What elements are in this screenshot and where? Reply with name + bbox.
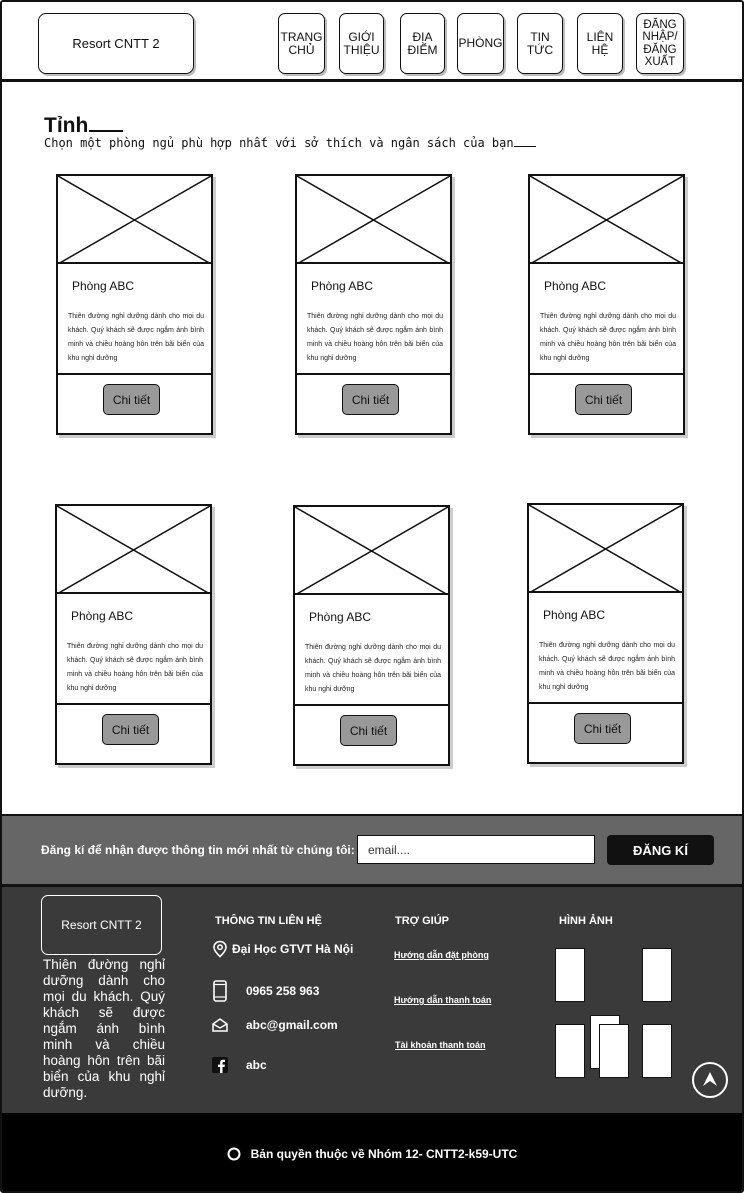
subscribe-button[interactable]: ĐĂNG KÍ xyxy=(607,835,714,865)
email-text: abc@gmail.com xyxy=(246,1018,338,1032)
card-divider xyxy=(57,703,210,705)
room-card: Phòng ABC Thiên đường nghỉ dưỡng dành ch… xyxy=(295,174,452,435)
room-image-placeholder xyxy=(297,176,450,264)
room-name: Phòng ABC xyxy=(309,610,372,624)
room-description: Thiên đường nghỉ dưỡng dành cho mọi du k… xyxy=(68,313,204,362)
copyright-bar: Bản quyền thuộc về Nhóm 12- CNTT2-k59-UT… xyxy=(2,1113,742,1191)
image-placeholder-icon xyxy=(529,505,682,593)
help-link-booking[interactable]: Hướng dẫn đặt phòng xyxy=(394,950,489,960)
phone-text: 0965 258 963 xyxy=(246,984,320,998)
image-placeholder-icon xyxy=(57,506,210,594)
footer-description: Thiên đường nghỉ dưỡng dành cho mọi du k… xyxy=(43,957,165,1100)
contact-facebook: abc xyxy=(210,1057,267,1073)
mail-icon xyxy=(210,1018,230,1032)
section-title-text: Tỉnh xyxy=(44,114,89,137)
room-card: Phòng ABC Thiên đường nghỉ dưỡng dành ch… xyxy=(55,504,212,765)
copyright-icon xyxy=(227,1147,241,1161)
gallery-thumbnail[interactable] xyxy=(642,1024,672,1078)
help-link-payment-guide[interactable]: Hướng dẫn thanh toán xyxy=(394,995,491,1005)
image-placeholder-icon xyxy=(297,176,450,264)
nav-news[interactable]: TIN TỨC xyxy=(517,13,563,74)
page-frame: Resort CNTT 2 TRANG CHỦ GIỚI THIỆU ĐỊA Đ… xyxy=(0,0,744,1193)
scroll-to-top-button[interactable] xyxy=(692,1062,728,1098)
card-divider xyxy=(530,373,683,375)
room-name: Phòng ABC xyxy=(71,609,134,623)
site-footer: Resort CNTT 2 Thiên đường nghỉ dưỡng dàn… xyxy=(2,884,742,1113)
address-text: Đại Học GTVT Hà Nội xyxy=(232,942,354,956)
room-description: Thiên đường nghỉ dưỡng dành cho mọi du k… xyxy=(305,644,441,693)
title-underline xyxy=(89,130,124,132)
room-name: Phòng ABC xyxy=(72,279,135,293)
image-placeholder-icon xyxy=(58,176,211,264)
room-image-placeholder xyxy=(530,176,683,264)
room-image-placeholder xyxy=(57,506,210,594)
help-link-payment-account[interactable]: Tài khoản thanh toán xyxy=(395,1040,486,1050)
section-subtitle-text: Chọn một phòng ngủ phù hợp nhất với sở t… xyxy=(44,136,514,150)
card-divider xyxy=(58,373,211,375)
location-pin-icon xyxy=(210,940,230,958)
room-detail-button[interactable]: Chi tiết xyxy=(342,384,399,415)
nav-login-logout[interactable]: ĐĂNG NHẬP/ ĐĂNG XUẤT xyxy=(636,13,684,74)
room-name: Phòng ABC xyxy=(544,279,607,293)
contact-email: abc@gmail.com xyxy=(210,1018,338,1032)
gallery-thumbnail[interactable] xyxy=(555,1024,585,1078)
email-input[interactable]: email.... xyxy=(357,835,595,864)
room-detail-button[interactable]: Chi tiết xyxy=(102,714,159,745)
nav-locations[interactable]: ĐỊA ĐIỂM xyxy=(400,13,445,74)
gallery-thumbnail[interactable] xyxy=(599,1024,629,1078)
room-image-placeholder xyxy=(295,507,448,595)
contact-heading: THÔNG TIN LIÊN HỆ xyxy=(215,915,322,927)
room-image-placeholder xyxy=(58,176,211,264)
room-name: Phòng ABC xyxy=(543,608,606,622)
help-heading: TRỢ GIÚP xyxy=(395,915,449,927)
card-divider xyxy=(529,702,682,704)
room-card: Phòng ABC Thiên đường nghỉ dưỡng dành ch… xyxy=(527,503,684,764)
copyright-text: Bản quyền thuộc về Nhóm 12- CNTT2-k59-UT… xyxy=(250,1147,518,1161)
site-header: Resort CNTT 2 TRANG CHỦ GIỚI THIỆU ĐỊA Đ… xyxy=(2,2,742,82)
nav-home[interactable]: TRANG CHỦ xyxy=(278,13,325,74)
room-card: Phòng ABC Thiên đường nghỉ dưỡng dành ch… xyxy=(528,174,685,435)
contact-address: Đại Học GTVT Hà Nội xyxy=(210,940,353,958)
contact-phone: 0965 258 963 xyxy=(210,980,319,1002)
phone-icon xyxy=(210,980,230,1002)
room-name: Phòng ABC xyxy=(311,279,374,293)
room-description: Thiên đường nghỉ dưỡng dành cho mọi du k… xyxy=(67,643,203,692)
section-subtitle: Chọn một phòng ngủ phù hợp nhất với sở t… xyxy=(44,136,536,150)
room-detail-button[interactable]: Chi tiết xyxy=(575,384,632,415)
room-card: Phòng ABC Thiên đường nghỉ dưỡng dành ch… xyxy=(56,174,213,435)
footer-logo[interactable]: Resort CNTT 2 xyxy=(41,895,162,955)
room-description: Thiên đường nghỉ dưỡng dành cho mọi du k… xyxy=(307,313,443,362)
image-placeholder-icon xyxy=(295,507,448,595)
section-title: Tỉnh xyxy=(44,114,124,138)
card-divider xyxy=(297,373,450,375)
nav-contact[interactable]: LIÊN HỆ xyxy=(577,13,623,74)
nav-about[interactable]: GIỚI THIỆU xyxy=(339,13,384,74)
image-placeholder-icon xyxy=(530,176,683,264)
nav-rooms[interactable]: PHÒNG xyxy=(457,13,504,74)
facebook-text[interactable]: abc xyxy=(246,1058,267,1072)
room-detail-button[interactable]: Chi tiết xyxy=(340,715,397,746)
room-detail-button[interactable]: Chi tiết xyxy=(103,384,160,415)
subtitle-underline xyxy=(513,146,536,147)
gallery-thumbnail[interactable] xyxy=(642,948,672,1002)
room-description: Thiên đường nghỉ dưỡng dành cho mọi du k… xyxy=(539,642,675,691)
newsletter-bar: Đăng kí để nhận được thông tin mới nhất … xyxy=(2,814,742,884)
room-detail-button[interactable]: Chi tiết xyxy=(574,713,631,744)
card-divider xyxy=(295,704,448,706)
chevron-up-icon xyxy=(703,1072,717,1086)
room-description: Thiên đường nghỉ dưỡng dành cho mọi du k… xyxy=(540,313,676,362)
facebook-icon xyxy=(210,1057,230,1073)
gallery-thumbnail[interactable] xyxy=(555,948,585,1002)
site-logo[interactable]: Resort CNTT 2 xyxy=(38,13,194,74)
newsletter-text: Đăng kí để nhận được thông tin mới nhất … xyxy=(41,843,355,857)
room-image-placeholder xyxy=(529,505,682,593)
room-card: Phòng ABC Thiên đường nghỉ dưỡng dành ch… xyxy=(293,505,450,766)
gallery-heading: HÌNH ẢNH xyxy=(559,915,613,927)
